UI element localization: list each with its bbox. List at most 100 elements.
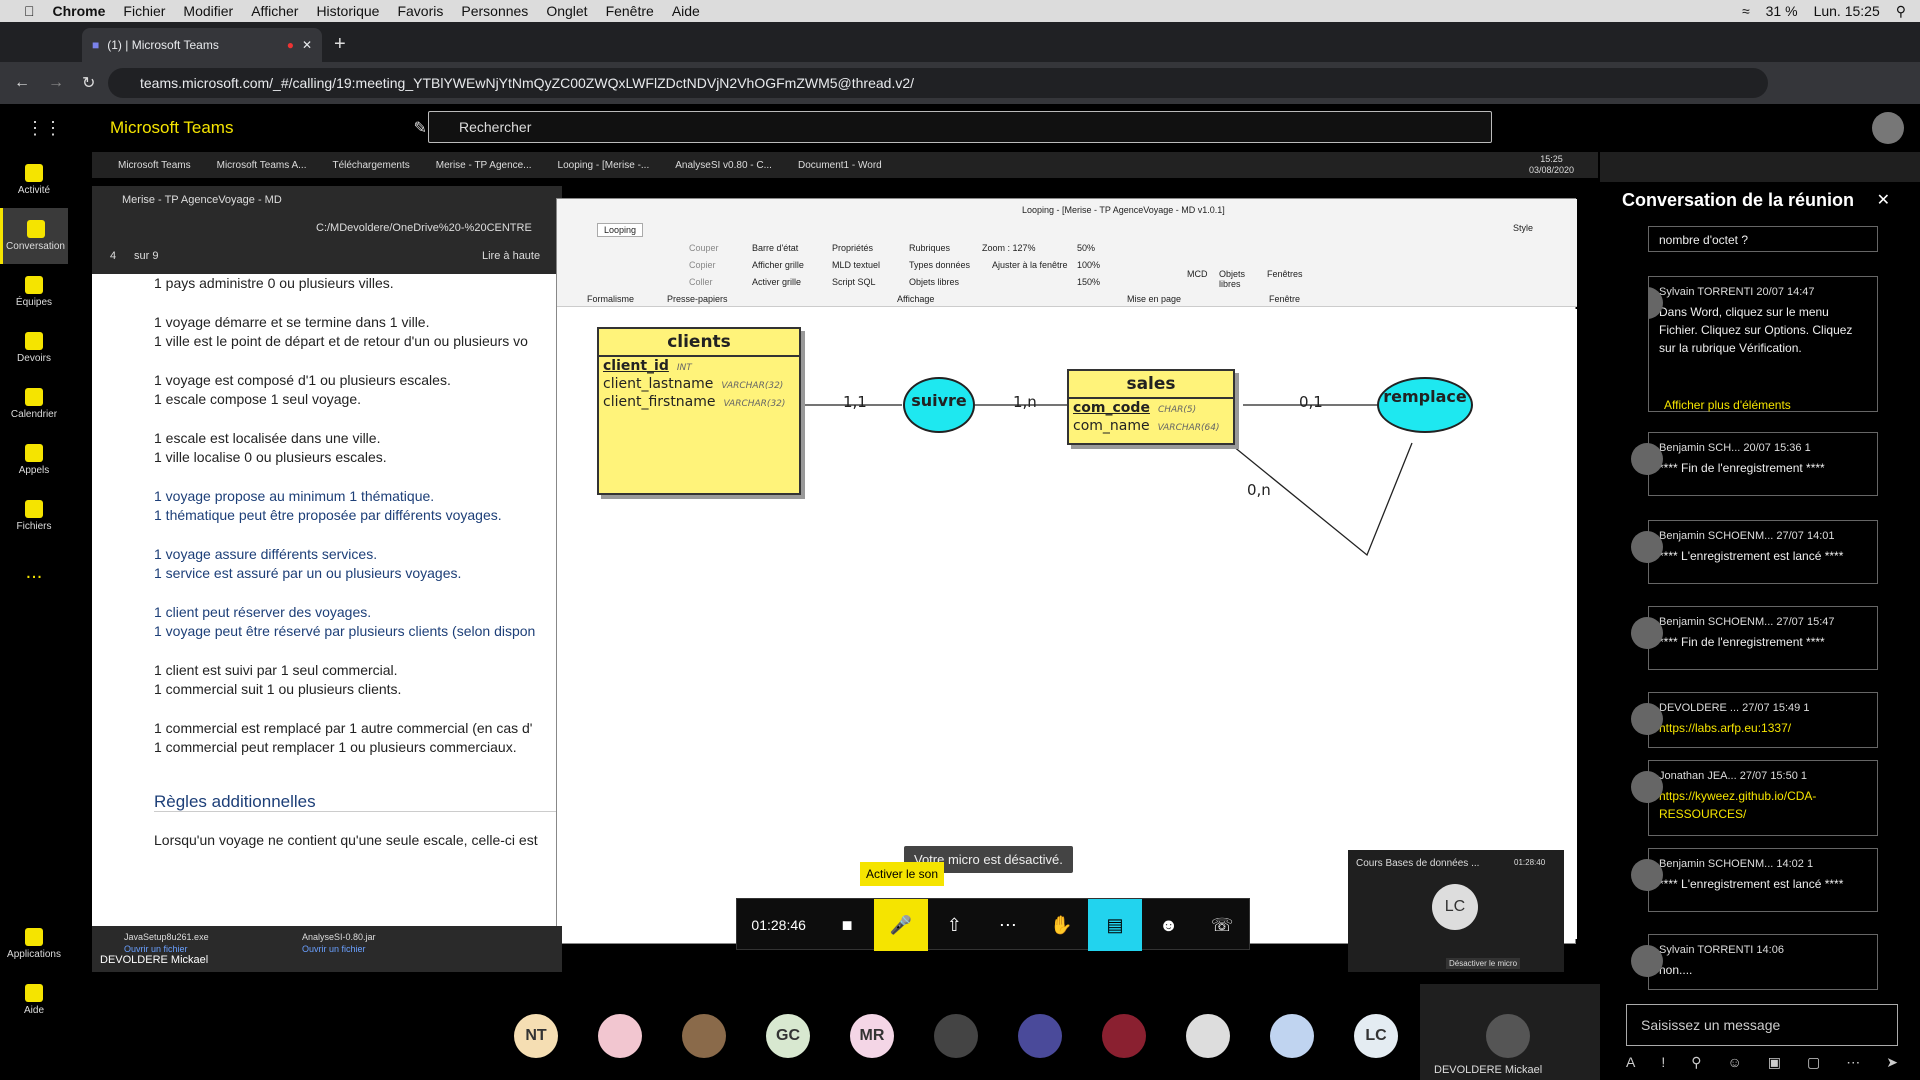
participant-avatar[interactable]	[1186, 1014, 1230, 1058]
looping-tab[interactable]: Looping	[597, 223, 644, 237]
opt-sql[interactable]: Script SQL	[832, 277, 876, 287]
download-name[interactable]: JavaSetup8u261.exe	[124, 932, 209, 942]
cut-button[interactable]: Couper	[689, 243, 719, 253]
gif-icon[interactable]: ▣	[1768, 1054, 1781, 1071]
opt-types[interactable]: Types données	[909, 260, 970, 270]
send-icon[interactable]: ➤	[1886, 1054, 1898, 1071]
clock[interactable]: Lun. 15:25	[1814, 3, 1880, 20]
camera-off-icon[interactable]: ■	[820, 899, 874, 951]
wifi-icon[interactable]: ≈	[1742, 3, 1750, 20]
menu-favoris[interactable]: Favoris	[397, 3, 443, 19]
rail-fichiers[interactable]: Fichiers	[0, 488, 68, 544]
opt-rubriques[interactable]: Rubriques	[909, 243, 950, 253]
windows-button[interactable]: Fenêtres	[1267, 269, 1303, 279]
participant-avatar[interactable]	[682, 1014, 726, 1058]
more-icon[interactable]: ⋯	[981, 899, 1035, 951]
raise-hand-icon[interactable]: ✋	[1035, 899, 1089, 951]
menu-personnes[interactable]: Personnes	[461, 3, 528, 19]
close-icon[interactable]: ✕	[1877, 190, 1890, 210]
download-name[interactable]: AnalyseSI-0.80.jar	[302, 932, 376, 942]
search-icon[interactable]: ⚲	[1896, 3, 1906, 20]
taskbar-item[interactable]: Document1 - Word	[798, 160, 882, 171]
opt-status[interactable]: Barre d'état	[752, 243, 798, 253]
more-icon[interactable]: ⋯	[1846, 1054, 1860, 1071]
menu-onglet[interactable]: Onglet	[546, 3, 587, 19]
participant-avatar[interactable]	[1270, 1014, 1314, 1058]
opt-props[interactable]: Propriétés	[832, 243, 873, 253]
hang-up-icon[interactable]: ☏	[1195, 899, 1249, 951]
mini-call-window[interactable]: Cours Bases de données ... 01:28:40 LC D…	[1348, 850, 1564, 972]
association-suivre[interactable]: suivre	[903, 377, 975, 433]
menu-aide[interactable]: Aide	[672, 3, 700, 19]
mcd-button[interactable]: MCD	[1187, 269, 1208, 279]
reload-icon[interactable]: ↻	[82, 73, 95, 93]
mic-off-button[interactable]: 🎤	[873, 899, 928, 951]
menu-modifier[interactable]: Modifier	[183, 3, 233, 19]
show-more-link[interactable]: Afficher plus d'éléments	[1664, 398, 1791, 412]
entity-sales[interactable]: sales com_code CHAR(5) com_name VARCHAR(64…	[1067, 369, 1235, 445]
participant-avatar[interactable]	[934, 1014, 978, 1058]
chat-toggle-icon[interactable]: ▤	[1088, 899, 1142, 951]
search-input[interactable]: Rechercher	[428, 111, 1492, 143]
rail-applications[interactable]: Applications	[0, 916, 68, 972]
free-objects-button[interactable]: Objets libres	[1219, 269, 1247, 289]
app-launcher-icon[interactable]: ⋮⋮	[26, 118, 62, 139]
format-icon[interactable]: A	[1626, 1054, 1635, 1071]
entity-clients[interactable]: clients client_id INT client_lastname VARC…	[597, 327, 801, 495]
pdf-path[interactable]: C:/MDevoldere/OneDrive%20-%20CENTRE	[316, 222, 532, 234]
message-link[interactable]: https://kyweez.github.io/CDA-RESSOURCES/	[1659, 787, 1867, 823]
pdf-read-aloud[interactable]: Lire à haute	[482, 250, 540, 262]
participant-avatar[interactable]	[1102, 1014, 1146, 1058]
association-remplace[interactable]: remplace	[1377, 377, 1473, 433]
close-icon[interactable]: ✕	[302, 38, 312, 52]
participant-avatar[interactable]: GC	[766, 1014, 810, 1058]
opt-grid-active[interactable]: Activer grille	[752, 277, 801, 287]
new-tab-button[interactable]: +	[334, 33, 346, 56]
style-menu[interactable]: Style	[1513, 223, 1533, 233]
avatar[interactable]	[1872, 112, 1904, 144]
rail-aide[interactable]: Aide	[0, 972, 68, 1028]
compose-icon[interactable]: ✎	[413, 118, 426, 138]
mcd-canvas[interactable]: clients client_id INT client_lastname VARC…	[557, 309, 1577, 939]
taskbar-item[interactable]: Microsoft Teams A...	[217, 160, 307, 171]
menu-fichier[interactable]: Fichier	[123, 3, 165, 19]
chat-input[interactable]: Saisissez un message	[1626, 1004, 1898, 1046]
sticker-icon[interactable]: ▢	[1807, 1054, 1820, 1071]
taskbar-item[interactable]: Téléchargements	[332, 160, 409, 171]
download-action[interactable]: Ouvrir un fichier	[124, 944, 188, 954]
self-video-tile[interactable]: DEVOLDERE Mickael	[1420, 984, 1600, 1080]
apple-icon[interactable]: 	[24, 3, 35, 19]
rail-activite[interactable]: Activité	[0, 152, 68, 208]
back-icon[interactable]: ←	[14, 74, 30, 92]
pdf-page[interactable]: 4	[110, 250, 116, 262]
opt-grid[interactable]: Afficher grille	[752, 260, 804, 270]
participant-avatar[interactable]	[1018, 1014, 1062, 1058]
participants-icon[interactable]: ☻	[1142, 899, 1196, 951]
participant-avatar[interactable]	[598, 1014, 642, 1058]
emoji-icon[interactable]: ☺	[1728, 1054, 1742, 1071]
taskbar-item[interactable]: Microsoft Teams	[118, 160, 191, 171]
taskbar-item[interactable]: AnalyseSI v0.80 - C...	[675, 160, 772, 171]
rail-appels[interactable]: Appels	[0, 432, 68, 488]
rail-more[interactable]: ...	[0, 544, 68, 600]
battery-text[interactable]: 31 %	[1766, 3, 1798, 20]
opt-free[interactable]: Objets libres	[909, 277, 959, 287]
taskbar-item[interactable]: Merise - TP Agence...	[436, 160, 532, 171]
message-link[interactable]: https://labs.arfp.eu:1337/	[1659, 719, 1867, 737]
share-screen-icon[interactable]: ⇧	[928, 899, 982, 951]
participant-avatar[interactable]: MR	[850, 1014, 894, 1058]
important-icon[interactable]: !	[1661, 1054, 1665, 1071]
rail-conversation[interactable]: Conversation	[0, 208, 68, 264]
menu-afficher[interactable]: Afficher	[251, 3, 298, 19]
taskbar-item[interactable]: Looping - [Merise -...	[558, 160, 650, 171]
menu-fenetre[interactable]: Fenêtre	[606, 3, 654, 19]
browser-tab[interactable]: ■ (1) | Microsoft Teams ● ✕	[82, 28, 322, 62]
paste-button[interactable]: Coller	[689, 277, 713, 287]
opt-mld[interactable]: MLD textuel	[832, 260, 880, 270]
fit-button[interactable]: Ajuster à la fenêtre	[992, 260, 1068, 270]
copy-button[interactable]: Copier	[689, 260, 716, 270]
rail-devoirs[interactable]: Devoirs	[0, 320, 68, 376]
download-action[interactable]: Ouvrir un fichier	[302, 944, 366, 954]
participant-avatar[interactable]: LC	[1354, 1014, 1398, 1058]
rail-equipes[interactable]: Équipes	[0, 264, 68, 320]
